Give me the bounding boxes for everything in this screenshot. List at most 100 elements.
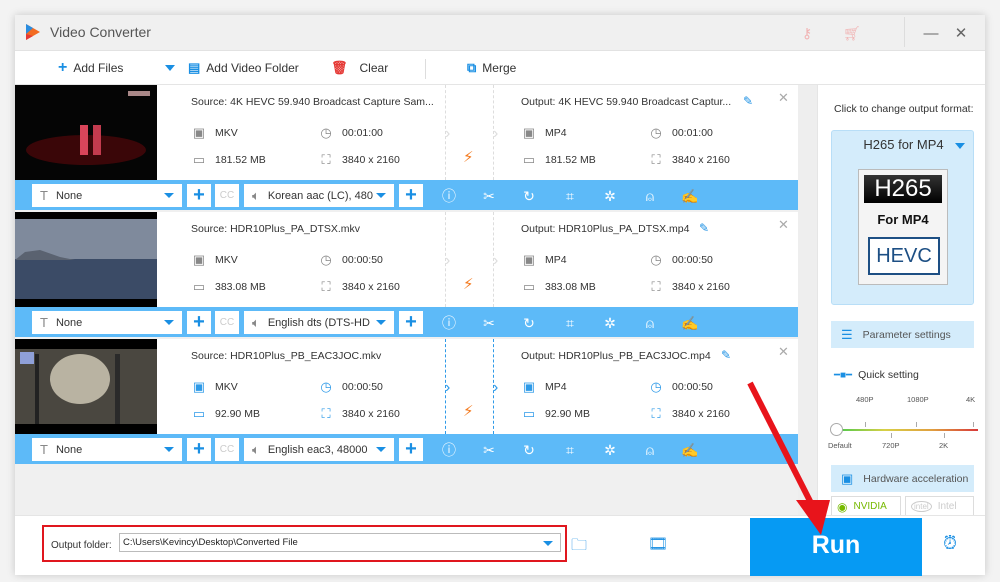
cc-icon[interactable]: CC bbox=[215, 438, 239, 461]
add-audio-button[interactable]: + bbox=[399, 184, 423, 207]
merge-button[interactable]: ⧉ Merge bbox=[467, 51, 516, 85]
subtitle-select[interactable]: T None bbox=[32, 438, 182, 461]
video-thumbnail[interactable] bbox=[15, 339, 157, 434]
edit-metadata-icon[interactable]: ✍ bbox=[680, 313, 700, 333]
quality-slider-handle[interactable] bbox=[830, 423, 843, 436]
audio-track-select[interactable]: 🔈︎ English dts (DTS-HD bbox=[244, 311, 394, 334]
lightning-icon: ⚡︎ bbox=[463, 276, 474, 293]
output-folder-dropdown[interactable] bbox=[543, 541, 553, 546]
clock-icon: ◷ bbox=[650, 125, 662, 140]
cart-icon[interactable]: 🛒︎ bbox=[842, 23, 862, 43]
close-button[interactable]: ✕ bbox=[949, 23, 973, 45]
remove-file-icon[interactable]: ✕ bbox=[778, 344, 789, 360]
chevron-down-icon bbox=[376, 320, 386, 325]
folder-icon: ▭ bbox=[192, 279, 206, 294]
chevron-down-icon bbox=[164, 447, 174, 452]
add-video-folder-label: Add Video Folder bbox=[206, 61, 299, 75]
remove-file-icon[interactable]: ✕ bbox=[778, 217, 789, 233]
hardware-acceleration-button[interactable]: ▣ Hardware acceleration bbox=[831, 465, 974, 492]
cc-icon[interactable]: CC bbox=[215, 184, 239, 207]
audio-track-select[interactable]: 🔈︎ English eac3, 48000 bbox=[244, 438, 394, 461]
crop-icon[interactable]: ⌗ bbox=[560, 440, 580, 460]
edit-output-name-icon[interactable]: ✎ bbox=[699, 221, 709, 235]
cc-icon[interactable]: CC bbox=[215, 311, 239, 334]
video-folder-icon[interactable]: 🎞︎ bbox=[648, 534, 668, 554]
key-icon[interactable]: ⚷ bbox=[797, 23, 817, 43]
watermark-stamp-icon[interactable]: ⍝ bbox=[640, 186, 660, 206]
edit-metadata-icon[interactable]: ✍ bbox=[680, 440, 700, 460]
file-row-selected[interactable]: Source: HDR10Plus_PB_EAC3JOC.mkv ▣ MKV ◷ 0… bbox=[15, 339, 798, 464]
intel-toggle[interactable]: intel Intel bbox=[905, 496, 974, 517]
info-icon[interactable]: ⓘ bbox=[439, 186, 459, 206]
info-icon[interactable]: ⓘ bbox=[439, 440, 459, 460]
watermark-stamp-icon[interactable]: ⍝ bbox=[640, 440, 660, 460]
alarm-clock-icon[interactable]: ⏰︎ bbox=[943, 533, 957, 554]
add-subtitle-button[interactable]: + bbox=[187, 184, 211, 207]
parameter-settings-button[interactable]: ☰ Parameter settings bbox=[831, 321, 974, 348]
rotate-icon[interactable]: ↻ bbox=[519, 440, 539, 460]
folder-icon: ▭ bbox=[192, 152, 206, 167]
toolbar: + Add Files ▤ Add Video Folder 🗑︎ Clear … bbox=[15, 51, 985, 85]
add-subtitle-button[interactable]: + bbox=[187, 438, 211, 461]
add-files-dropdown[interactable] bbox=[165, 51, 175, 85]
video-thumbnail[interactable] bbox=[15, 85, 157, 180]
format-logo-container: For MP4 bbox=[877, 212, 929, 227]
add-files-button[interactable]: + Add Files bbox=[58, 51, 123, 85]
run-button[interactable]: Run bbox=[750, 518, 922, 576]
minimize-button[interactable]: — bbox=[919, 23, 943, 45]
effects-wand-icon[interactable]: ✲ bbox=[600, 313, 620, 333]
quality-slider-track[interactable] bbox=[838, 429, 978, 431]
edit-output-name-icon[interactable]: ✎ bbox=[721, 348, 731, 362]
remove-file-icon[interactable]: ✕ bbox=[778, 90, 789, 106]
subtitle-select[interactable]: T None bbox=[32, 311, 182, 334]
lightning-icon: ⚡︎ bbox=[463, 149, 474, 166]
rotate-icon[interactable]: ↻ bbox=[519, 313, 539, 333]
file-row[interactable]: Source: 4K HEVC 59.940 Broadcast Capture… bbox=[15, 85, 798, 210]
thumbnail-image bbox=[15, 212, 157, 307]
chevron-right-icon: › bbox=[493, 252, 499, 269]
toolbar-separator bbox=[425, 59, 426, 79]
source-title: Source: HDR10Plus_PA_DTSX.mkv bbox=[191, 223, 361, 235]
scissors-icon[interactable]: ✂ bbox=[479, 440, 499, 460]
rotate-icon[interactable]: ↻ bbox=[519, 186, 539, 206]
file-toolbar: T None + CC 🔈︎ English dts (DTS-HD + ⓘ ✂ ↻… bbox=[15, 307, 798, 337]
quality-tick-label: 720P bbox=[882, 441, 900, 450]
effects-wand-icon[interactable]: ✲ bbox=[600, 440, 620, 460]
crop-icon[interactable]: ⌗ bbox=[560, 186, 580, 206]
clear-button[interactable]: 🗑︎ Clear bbox=[331, 51, 388, 85]
output-format-selector[interactable]: H265 for MP4 H265 For MP4 HEVC bbox=[831, 130, 974, 305]
add-audio-button[interactable]: + bbox=[399, 311, 423, 334]
source-resolution: ⛶ 3840 x 2160 bbox=[318, 279, 399, 295]
scissors-icon[interactable]: ✂ bbox=[479, 186, 499, 206]
effects-wand-icon[interactable]: ✲ bbox=[600, 186, 620, 206]
video-file-icon: ▣ bbox=[522, 125, 536, 140]
format-logo: H265 For MP4 HEVC bbox=[858, 169, 948, 285]
scrollbar[interactable] bbox=[798, 85, 817, 515]
format-logo-hevc: HEVC bbox=[868, 237, 940, 275]
chip-icon: ▣ bbox=[841, 470, 854, 486]
info-icon[interactable]: ⓘ bbox=[439, 313, 459, 333]
video-file-icon: ▣ bbox=[522, 379, 536, 394]
file-row[interactable]: Source: HDR10Plus_PA_DTSX.mkv ▣ MKV ◷ 00:0… bbox=[15, 212, 798, 337]
edit-metadata-icon[interactable]: ✍ bbox=[680, 186, 700, 206]
app-logo-icon bbox=[26, 24, 40, 40]
slider-icon: ━■━ bbox=[834, 369, 853, 381]
crop-icon[interactable]: ⌗ bbox=[560, 313, 580, 333]
output-folder-input[interactable]: C:\Users\Kevincy\Desktop\Converted File bbox=[119, 533, 561, 552]
folder-icon: ▭ bbox=[522, 279, 536, 294]
nvidia-toggle[interactable]: ◉ NVIDIA bbox=[831, 496, 901, 517]
edit-output-name-icon[interactable]: ✎ bbox=[743, 94, 753, 108]
output-format: ▣ MP4 bbox=[522, 125, 567, 140]
video-thumbnail[interactable] bbox=[15, 212, 157, 307]
watermark-stamp-icon[interactable]: ⍝ bbox=[640, 313, 660, 333]
add-audio-button[interactable]: + bbox=[399, 438, 423, 461]
source-resolution: ⛶ 3840 x 2160 bbox=[318, 406, 399, 422]
scissors-icon[interactable]: ✂ bbox=[479, 313, 499, 333]
clock-icon: ◷ bbox=[320, 379, 332, 394]
add-video-folder-button[interactable]: ▤ Add Video Folder bbox=[188, 51, 299, 85]
open-folder-icon[interactable]: 🗀︎ bbox=[571, 534, 587, 561]
subtitle-select[interactable]: T None bbox=[32, 184, 182, 207]
add-subtitle-button[interactable]: + bbox=[187, 311, 211, 334]
audio-track-select[interactable]: 🔈︎ Korean aac (LC), 480 bbox=[244, 184, 394, 207]
quality-tick-label: 1080P bbox=[907, 395, 929, 404]
